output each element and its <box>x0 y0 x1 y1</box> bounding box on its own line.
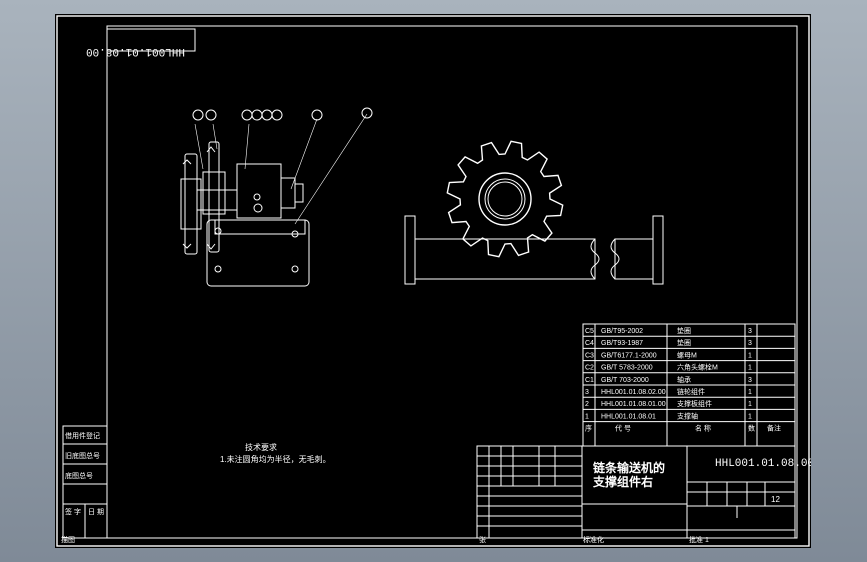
bottom-label-mid2: 标准化 <box>583 535 604 544</box>
parts-header-cell: 名 称 <box>695 424 711 433</box>
parts-cell: GB/T 703-2000 <box>601 377 649 384</box>
parts-cell: C3 <box>585 352 594 359</box>
parts-cell: 六角头螺栓M <box>677 363 718 372</box>
bottom-label-mid1: 张 <box>479 535 486 544</box>
left-block-4: 签 字 <box>65 507 81 516</box>
parts-cell: 支撑板组件 <box>677 399 712 408</box>
parts-cell: 2 <box>585 401 589 408</box>
outer-frame <box>56 15 810 547</box>
inner-frame <box>106 25 798 539</box>
parts-cell: GB/T95-2002 <box>601 328 643 335</box>
drawing-title-1: 链条输送机的 <box>593 460 665 475</box>
parts-cell: 链轮组件 <box>677 387 705 396</box>
left-blocks: 借用件登记 旧底图总号 底图总号 签 字 日 期 <box>62 425 108 539</box>
parts-cell: 3 <box>748 377 752 384</box>
drawing-sheet: HHL001.01.08.00 借用件登记 旧底图总号 底图总号 签 字 日 期… <box>55 14 811 548</box>
parts-cell: 1 <box>748 413 752 420</box>
parts-header-cell: 序 <box>585 424 592 433</box>
parts-cell: HHL001.01.08.01.00 <box>601 401 666 408</box>
drawing-title-2: 支撑组件右 <box>592 474 653 489</box>
parts-cell: GB/T6177.1-2000 <box>601 352 657 359</box>
parts-cell: 轴承 <box>677 375 691 384</box>
parts-cell: 支撑轴 <box>677 411 698 420</box>
parts-cell: 1 <box>748 389 752 396</box>
title-block: 链条输送机的 支撑组件右 HHL001.01.08.00 12 描图 张 标准化… <box>61 445 811 544</box>
tech-req-line: 1.未注圆角均为半径，无毛刺。 <box>220 454 331 464</box>
parts-cell: C1 <box>585 377 594 384</box>
side-view <box>180 107 373 287</box>
parts-header-cell: 备注 <box>767 424 781 433</box>
parts-cell: 1 <box>748 401 752 408</box>
parts-cell: GB/T 5783-2000 <box>601 365 653 372</box>
parts-cell: 垫圈 <box>677 338 691 347</box>
parts-cell: 螺母M <box>677 350 697 359</box>
callout-label: ①⑨⑩⑪ <box>243 100 244 102</box>
front-view <box>404 140 664 285</box>
left-block-3: 底图总号 <box>65 471 93 480</box>
parts-cell: 1 <box>585 413 589 420</box>
sheet-label: 12 <box>771 495 780 504</box>
bottom-label-left: 描图 <box>61 535 75 544</box>
parts-cell: C5 <box>585 328 594 335</box>
parts-cell: 1 <box>748 365 752 372</box>
parts-list: C5 GB/T95-2002 垫圈 3 C4 GB/T93-1987 垫圈 3 C3 GB/T61… <box>582 323 796 447</box>
left-block-1: 借用件登记 <box>65 431 100 440</box>
drawing-code: HHL001.01.08.00 <box>715 458 811 470</box>
parts-cell: HHL001.01.08.02.00 <box>601 389 666 396</box>
left-block-2: 旧底图总号 <box>65 451 100 460</box>
parts-cell: HHL001.01.08.01 <box>601 413 656 420</box>
code-mirrored: HHL001.01.08.00 <box>86 45 185 57</box>
bottom-label-right: 批准 1 <box>689 535 709 544</box>
parts-cell: 1 <box>748 352 752 359</box>
parts-cell: 3 <box>748 328 752 335</box>
parts-header-cell: 代 号 <box>615 424 631 433</box>
tech-req-title: 技术要求 <box>245 442 277 452</box>
parts-cell: 3 <box>748 340 752 347</box>
parts-header-cell: 数 <box>748 424 755 433</box>
parts-cell: C2 <box>585 365 594 372</box>
parts-cell: C4 <box>585 340 594 347</box>
cad-drawing: HHL001.01.08.00 借用件登记 旧底图总号 底图总号 签 字 日 期… <box>56 15 811 547</box>
parts-cell: 垫圈 <box>677 326 691 335</box>
parts-cell: GB/T93-1987 <box>601 340 643 347</box>
left-block-5: 日 期 <box>88 508 104 516</box>
parts-cell: 3 <box>585 389 589 396</box>
